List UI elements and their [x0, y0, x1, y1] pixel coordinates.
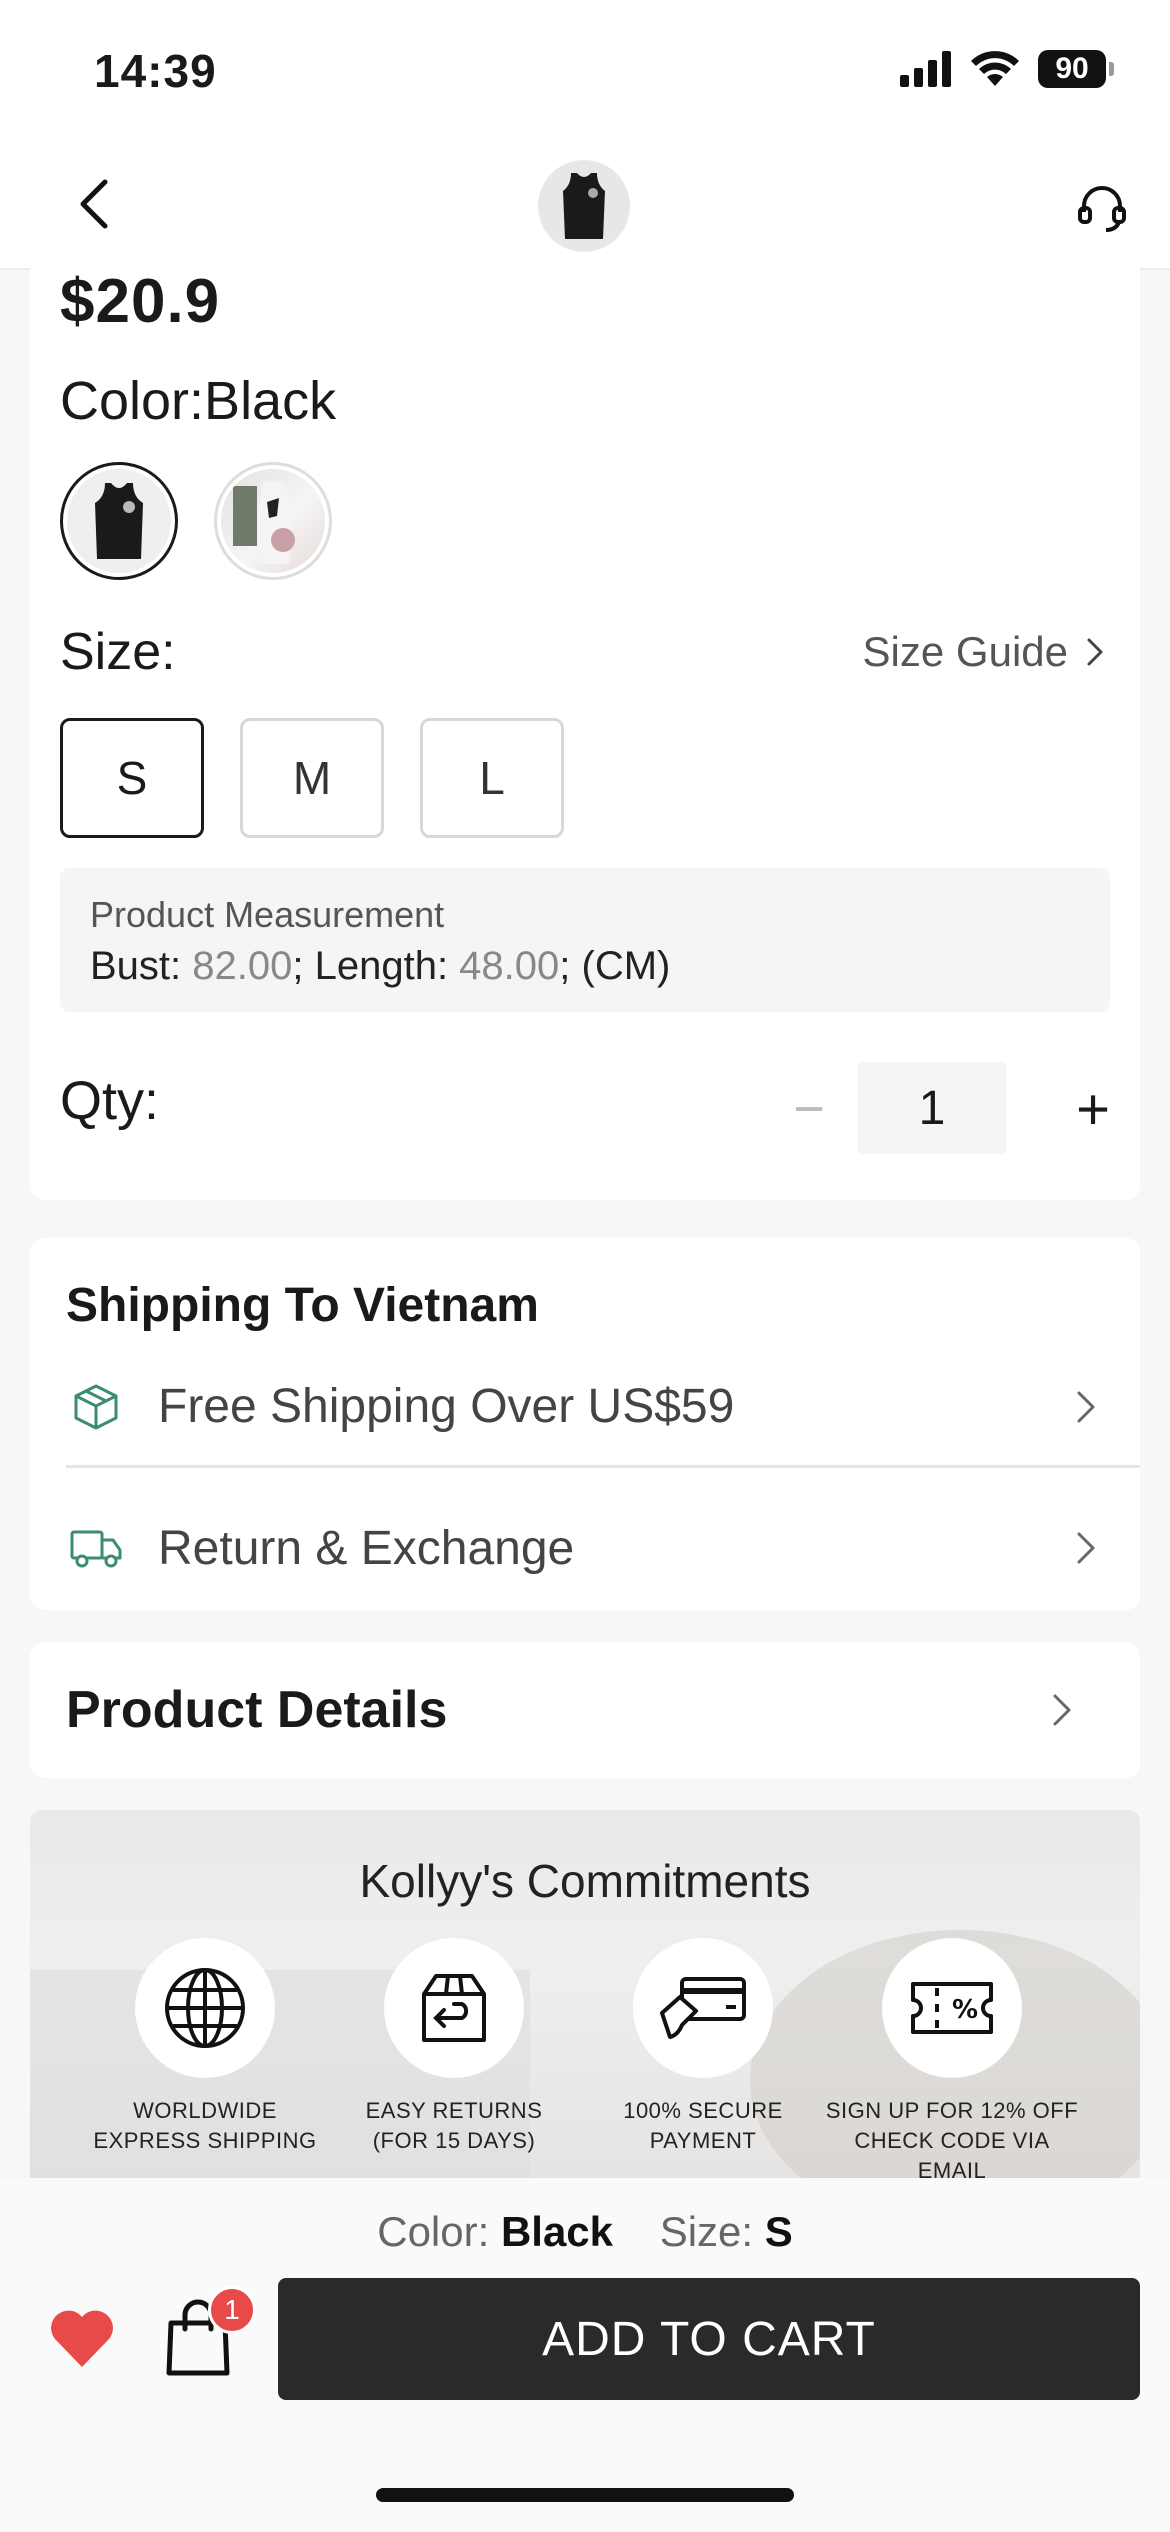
color-swatches [60, 462, 332, 580]
coupon-icon: % [911, 1982, 993, 2034]
commitment-returns-label: EASY RETURNS (FOR 15 DAYS) [365, 2098, 543, 2153]
return-exchange-row[interactable]: Return & Exchange [66, 1488, 1140, 1608]
swatch-black[interactable] [60, 462, 178, 580]
swatch-white[interactable] [214, 462, 332, 580]
chevron-left-icon [80, 179, 108, 229]
product-measurement-box: Product Measurement Bust: 82.00; Length:… [60, 868, 1110, 1012]
battery-level: 90 [1038, 50, 1106, 88]
summary-size-value: S [764, 2208, 793, 2255]
chevron-right-icon [1056, 1518, 1116, 1578]
size-option-m[interactable]: M [240, 718, 384, 838]
add-to-cart-button[interactable]: ADD TO CART [278, 2278, 1140, 2400]
back-button[interactable] [66, 176, 122, 232]
color-value: Black [204, 371, 337, 431]
product-details-row[interactable]: Product Details [30, 1642, 1140, 1778]
chevron-right-icon [1087, 638, 1103, 666]
product-thumbnail[interactable] [538, 160, 630, 252]
signal-icon [900, 51, 951, 87]
package-icon [66, 1377, 126, 1437]
nav-bar [0, 140, 1170, 270]
shipping-title: Shipping To Vietnam [66, 1279, 539, 1332]
svg-text:%: % [952, 1995, 978, 2025]
commitment-signup: % SIGN UP FOR 12% OFF CHECK CODE VIA EMA… [822, 1938, 1082, 2180]
status-time: 14:39 [94, 45, 217, 97]
wifi-icon [971, 51, 1019, 86]
bust-label: Bust: [90, 944, 193, 988]
measurement-title: Product Measurement [90, 894, 445, 935]
qty-decrease-button[interactable]: − [774, 1074, 844, 1144]
size-label: Size: [60, 623, 176, 681]
white-tank-thumbnail [233, 480, 295, 564]
shipping-card: Shipping To Vietnam Free Shipping Over U… [30, 1238, 1140, 1610]
heart-icon [51, 2310, 113, 2367]
color-label-text: Color: [60, 371, 205, 431]
battery-icon: 90 [1038, 50, 1114, 88]
size-guide-text: Size Guide [862, 628, 1068, 675]
size-option-s[interactable]: S [60, 718, 204, 838]
commitments-title: Kollyy's Commitments [359, 1855, 811, 1907]
truck-icon [66, 1518, 126, 1578]
size-guide-link[interactable]: Size Guide [863, 628, 1104, 676]
summary-size-label: Size: [659, 2208, 765, 2255]
wishlist-button[interactable] [44, 2300, 120, 2376]
free-shipping-text: Free Shipping Over US$59 [158, 1380, 735, 1433]
product-price: $20.9 [60, 267, 221, 336]
return-box-icon [422, 1974, 486, 2042]
bust-value: 82.00 [192, 944, 293, 988]
color-label: Color:Black [60, 370, 336, 432]
cart-count-badge: 1 [208, 2286, 256, 2334]
size-options: S M L [60, 718, 564, 838]
commitment-signup-label: SIGN UP FOR 12% OFF CHECK CODE VIA EMAIL [825, 2098, 1079, 2180]
commitment-returns: EASY RETURNS (FOR 15 DAYS) [324, 1938, 584, 2156]
tank-top-icon [563, 173, 605, 239]
home-indicator [376, 2488, 794, 2502]
free-shipping-row[interactable]: Free Shipping Over US$59 [66, 1348, 1140, 1468]
headset-icon [1078, 186, 1126, 232]
support-button[interactable] [1074, 180, 1130, 236]
chevron-right-icon [1032, 1680, 1092, 1740]
qty-label: Qty: [60, 1071, 160, 1131]
product-options-card: $20.9 Color:Black Size: Size Guide S M L… [30, 260, 1140, 1200]
measurement-unit: ; (CM) [559, 944, 671, 988]
qty-value[interactable]: 1 [858, 1062, 1006, 1154]
commitments-banner: Kollyy's Commitments WORLDWIDE EXPRESS S… [30, 1810, 1140, 2180]
black-tank-thumbnail [95, 483, 143, 559]
summary-color-label: Color: [377, 2208, 501, 2255]
credit-card-icon [660, 1977, 746, 2039]
commitment-payment: 100% SECURE PAYMENT [573, 1938, 833, 2156]
summary-color-value: Black [500, 2208, 614, 2255]
selection-summary: Color: Black Size: S [0, 2208, 1170, 2256]
commitment-payment-label: 100% SECURE PAYMENT [623, 2098, 783, 2153]
size-option-l[interactable]: L [420, 718, 564, 838]
measurement-values: Bust: 82.00; Length: 48.00; (CM) [90, 944, 1080, 989]
length-label: ; Length: [292, 944, 460, 988]
qty-increase-button[interactable]: + [1058, 1074, 1128, 1144]
commitment-shipping: WORLDWIDE EXPRESS SHIPPING [75, 1938, 335, 2156]
chevron-right-icon [1056, 1377, 1116, 1437]
commitment-shipping-label: WORLDWIDE EXPRESS SHIPPING [93, 2098, 317, 2153]
bottom-action-bar: Color: Black Size: S 1 ADD TO CART [0, 2178, 1170, 2532]
return-exchange-text: Return & Exchange [158, 1521, 575, 1575]
length-value: 48.00 [459, 944, 560, 988]
globe-icon [165, 1968, 245, 2048]
status-icons: 90 [900, 50, 1114, 88]
product-details-title: Product Details [66, 1681, 448, 1739]
status-bar: 14:39 90 [0, 0, 1170, 140]
